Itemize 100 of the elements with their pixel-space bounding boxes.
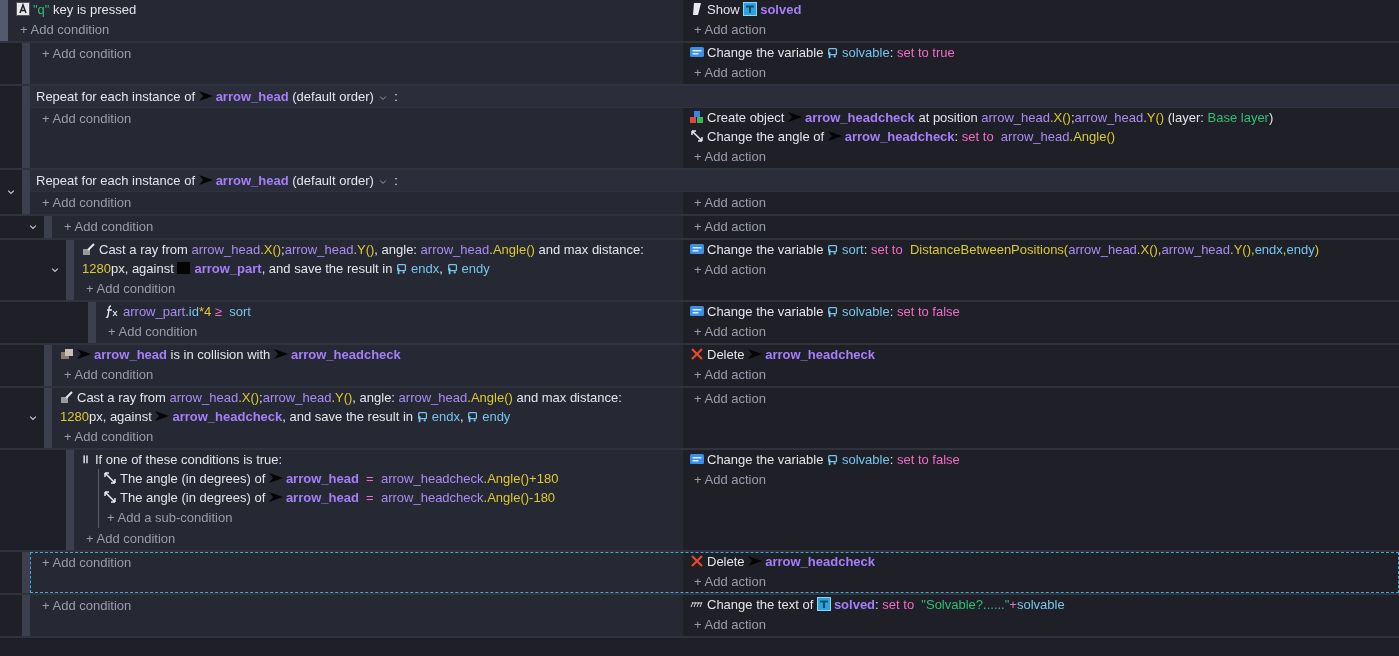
condition-text: ;: [259, 390, 263, 405]
variable-icon: [446, 263, 459, 275]
condition-text: 1280: [82, 261, 111, 276]
add-sub-condition-button[interactable]: + Add a sub-condition: [103, 507, 237, 528]
add-condition-button[interactable]: + Add condition: [38, 552, 136, 573]
square-icon: [177, 261, 192, 275]
add-action-button[interactable]: + Add action: [690, 19, 770, 40]
add-action-button[interactable]: + Add action: [690, 571, 770, 592]
chevron-icon[interactable]: [28, 222, 38, 232]
condition-text: arrow_headcheck: [380, 490, 484, 505]
action-text: ): [1314, 242, 1319, 257]
event-handle[interactable]: [66, 240, 74, 300]
add-condition-button[interactable]: + Add condition: [104, 321, 202, 342]
variable-icon: [467, 411, 480, 423]
arrow-shape-icon: [748, 347, 763, 361]
condition-text: arrow_head: [262, 390, 332, 405]
action-text: Change the variable: [707, 242, 824, 257]
event-block[interactable]: [30, 86, 1399, 168]
add-condition-button[interactable]: + Add condition: [38, 595, 136, 616]
add-action-button[interactable]: + Add action: [690, 62, 770, 83]
action-text: Change the text of: [707, 597, 814, 612]
add-condition-button[interactable]: + Add condition: [38, 43, 136, 64]
action-text: solvable: [1016, 597, 1065, 612]
variable-badge-icon: [690, 242, 704, 256]
variable-badge-icon: [690, 45, 704, 59]
event-handle[interactable]: [0, 0, 8, 41]
keyboard-key-icon: [16, 2, 30, 16]
event-handle[interactable]: [22, 170, 30, 214]
condition-text: arrow_head: [94, 347, 167, 362]
action-text: Change the variable: [707, 304, 824, 319]
event-handle[interactable]: [22, 86, 30, 168]
action-text: Delete: [707, 347, 745, 362]
arrow-shape-icon: [198, 173, 213, 187]
action-text: sort: [842, 242, 864, 257]
event-handle[interactable]: [88, 302, 96, 343]
diagonal-arrow-icon: [690, 129, 704, 143]
add-condition-button[interactable]: + Add condition: [38, 108, 136, 129]
action-text: endx: [1254, 242, 1283, 257]
action-text: .Angle(): [1069, 129, 1116, 144]
function-icon: [104, 304, 120, 318]
event-handle[interactable]: [66, 450, 74, 550]
event-handle[interactable]: [22, 552, 30, 593]
parallelogram-icon: [690, 2, 704, 16]
action-text: arrow_head: [1068, 242, 1137, 257]
action-text: at position: [918, 110, 978, 125]
action-text: set to: [870, 242, 903, 257]
event-handle[interactable]: [22, 595, 30, 636]
chevron-icon[interactable]: [50, 265, 60, 275]
add-action-button[interactable]: + Add action: [690, 469, 770, 490]
condition-text: key is pressed: [53, 2, 137, 17]
action-text: .X(),: [1136, 242, 1162, 257]
condition-text: arrow_head: [285, 490, 359, 505]
action-text: solved: [760, 2, 802, 17]
add-action-button[interactable]: + Add action: [690, 614, 770, 635]
caret-icon[interactable]: [377, 93, 388, 103]
variable-icon: [827, 306, 839, 318]
add-condition-button[interactable]: + Add condition: [16, 19, 114, 40]
action-text: arrow_headcheck: [804, 110, 915, 125]
add-condition-button[interactable]: + Add condition: [82, 528, 180, 549]
condition-text: arrow_head: [285, 471, 359, 486]
condition-text: Cast a ray from: [77, 390, 166, 405]
condition-text: ,: [439, 261, 443, 276]
condition-text: If one of these conditions is true:: [95, 452, 283, 467]
action-text: solvable: [842, 304, 890, 319]
condition-text: is in collision with: [170, 347, 271, 362]
action-text: DistanceBetweenPositions(: [909, 242, 1069, 257]
add-action-button[interactable]: + Add action: [690, 321, 770, 342]
action-text: Change the variable: [707, 452, 824, 467]
action-text: Delete: [707, 554, 745, 569]
chevron-icon[interactable]: [28, 413, 38, 423]
event-handle[interactable]: [44, 345, 52, 386]
cross-icon: [690, 347, 704, 361]
event-handle[interactable]: [44, 388, 52, 448]
add-condition-button[interactable]: + Add condition: [60, 216, 158, 237]
add-condition-button[interactable]: + Add condition: [60, 364, 158, 385]
variable-badge-icon: [690, 304, 704, 318]
condition-text: "q": [33, 2, 50, 17]
event-header-text: (default order): [292, 173, 374, 188]
add-action-button[interactable]: + Add action: [690, 259, 770, 280]
add-action-button[interactable]: + Add action: [690, 216, 770, 237]
add-action-button[interactable]: + Add action: [690, 388, 770, 409]
condition-text: ,: [459, 409, 464, 424]
chevron-icon[interactable]: [6, 187, 16, 197]
add-condition-button[interactable]: + Add condition: [82, 278, 180, 299]
condition-text: , angle:: [374, 242, 417, 257]
add-action-button[interactable]: + Add action: [690, 192, 770, 213]
condition-text: =: [366, 471, 374, 486]
action-text: Create object: [707, 110, 785, 125]
add-condition-button[interactable]: + Add condition: [38, 192, 136, 213]
add-condition-button[interactable]: + Add condition: [60, 426, 158, 447]
action-text: endy: [1286, 242, 1315, 257]
variable-icon: [827, 454, 839, 466]
add-action-button[interactable]: + Add action: [690, 364, 770, 385]
caret-icon[interactable]: [377, 177, 388, 187]
action-text: :: [954, 129, 959, 144]
condition-text: px, against: [110, 261, 174, 276]
event-handle[interactable]: [44, 216, 52, 238]
event-handle[interactable]: [22, 43, 30, 84]
condition-text: .Angle()+180: [483, 471, 559, 486]
add-action-button[interactable]: + Add action: [690, 146, 770, 167]
